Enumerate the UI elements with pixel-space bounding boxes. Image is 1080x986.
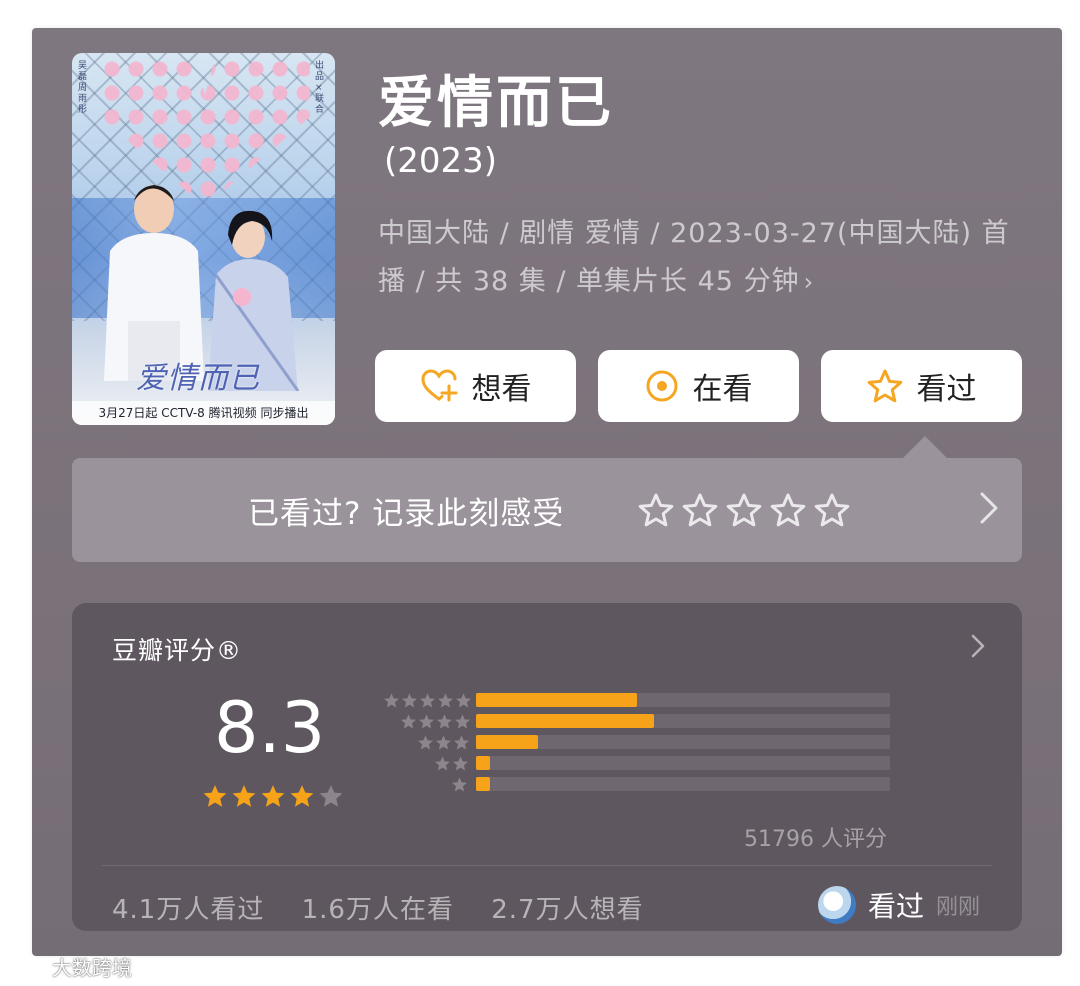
- watermark-logo-icon: [9, 956, 48, 975]
- mini-star-icon: [418, 734, 433, 749]
- score-star-icon: [203, 785, 227, 807]
- rate-prompt-text: 已看过? 记录此刻感受: [248, 496, 565, 532]
- rating-bar-track: [476, 756, 890, 770]
- watched-label: 看过: [916, 372, 977, 407]
- score-star-icon: [290, 785, 314, 807]
- mini-star-icon: [454, 734, 469, 749]
- rating-bar-track: [476, 735, 890, 749]
- activity-time: 刚刚: [935, 895, 980, 920]
- rate-stars[interactable]: [638, 492, 850, 528]
- watching-button[interactable]: 在看: [598, 350, 799, 422]
- watermark: 大数跨境: [8, 952, 132, 981]
- rating-stats: 4.1万人看过 1.6万人在看 2.7万人想看: [112, 889, 672, 926]
- poster-image[interactable]: 吴磊 周雨彤 出品 × 联合 爱情而已 3月27日起 CCTV-8 腾讯视频 同…: [72, 53, 335, 425]
- rating-chevron-icon[interactable]: [970, 633, 986, 659]
- rate-star-5-icon[interactable]: [814, 492, 850, 528]
- rating-bar-stars: [417, 733, 470, 751]
- mini-star-icon: [436, 734, 451, 749]
- meta-line-2-text: 播 / 共 38 集 / 单集片长 45 分钟: [378, 266, 800, 297]
- rating-bar-track: [476, 777, 890, 791]
- rating-bar-track: [476, 693, 890, 707]
- mini-star-icon: [437, 713, 452, 728]
- want-to-watch-label: 想看: [471, 372, 532, 407]
- show-meta[interactable]: 中国大陆 / 剧情 爱情 / 2023-03-27(中国大陆) 首 播 / 共 …: [378, 210, 1028, 306]
- score-star-icon: [319, 785, 343, 807]
- rating-bar-stars: [400, 712, 471, 730]
- subject-card: 吴磊 周雨彤 出品 × 联合 爱情而已 3月27日起 CCTV-8 腾讯视频 同…: [32, 28, 1062, 956]
- meta-chevron-icon: ›: [803, 268, 815, 296]
- poster-title-art: 爱情而已: [136, 361, 260, 396]
- mini-star-icon: [419, 713, 434, 728]
- rate-star-1-icon[interactable]: [638, 492, 674, 528]
- rating-bar-fill: [476, 693, 637, 707]
- rate-star-4-icon[interactable]: [770, 492, 806, 528]
- rating-score: 8.3: [214, 687, 326, 769]
- rating-bar-1-star: [368, 775, 898, 793]
- poster-man: [104, 185, 204, 381]
- rate-star-3-icon[interactable]: [726, 492, 762, 528]
- friend-activity[interactable]: 看过 刚刚: [817, 885, 980, 925]
- rating-bar-2-star: [368, 754, 898, 772]
- rating-bar-fill: [476, 714, 654, 728]
- mini-star-icon: [438, 692, 453, 707]
- watching-label: 在看: [692, 372, 753, 407]
- heart-plus-icon: [420, 369, 457, 402]
- score-star-icon: [232, 785, 256, 807]
- meta-line-2: 播 / 共 38 集 / 单集片长 45 分钟 ›: [378, 258, 1028, 306]
- douban-rating-card[interactable]: 豆瓣评分® 8.3 51796 人评分 4.1万人看过 1.6万人在看 2.7万…: [72, 603, 1022, 931]
- rate-star-2-icon[interactable]: [682, 492, 718, 528]
- stat-watching: 1.6万人在看: [301, 895, 454, 925]
- rating-bar-fill: [476, 756, 490, 770]
- rating-bar-fill: [476, 777, 490, 791]
- poster-side-text-left: 吴磊 周雨彤: [78, 61, 88, 115]
- score-star-icon: [261, 785, 285, 807]
- meta-line-1: 中国大陆 / 剧情 爱情 / 2023-03-27(中国大陆) 首: [378, 218, 1010, 249]
- poster-broadcast-line: 3月27日起 CCTV-8 腾讯视频 同步播出: [72, 401, 335, 425]
- activity-label: 看过: [867, 890, 924, 923]
- rating-count: 51796 人评分: [744, 827, 887, 852]
- rating-bar-stars: [451, 775, 468, 793]
- poster-side-text-right: 出品 × 联合: [315, 61, 325, 115]
- mini-star-icon: [384, 692, 399, 707]
- mini-star-icon: [452, 776, 467, 791]
- mini-star-icon: [456, 692, 471, 707]
- mini-star-icon: [420, 692, 435, 707]
- rate-prompt-strip[interactable]: 已看过? 记录此刻感受: [72, 458, 1022, 562]
- watermark-text: 大数跨境: [52, 956, 132, 980]
- rating-bar-track: [476, 714, 890, 728]
- rating-bar-fill: [476, 735, 538, 749]
- rating-divider: [102, 865, 992, 866]
- rating-bar-3-star: [368, 733, 898, 751]
- mini-star-icon: [402, 692, 417, 707]
- chevron-right-icon[interactable]: [978, 490, 1000, 526]
- rating-bar-4-star: [368, 712, 898, 730]
- score-stars: [202, 783, 344, 809]
- star-outline-icon: [867, 369, 902, 403]
- watched-button[interactable]: 看过: [821, 350, 1022, 422]
- want-to-watch-button[interactable]: 想看: [375, 350, 576, 422]
- show-title: 爱情而已: [378, 71, 614, 136]
- rating-bar-5-star: [368, 691, 898, 709]
- watched-popover-pointer: [903, 436, 947, 458]
- mini-star-icon: [455, 713, 470, 728]
- target-circle-icon: [646, 370, 677, 402]
- rating-bar-stars: [383, 691, 472, 709]
- mini-star-icon: [435, 755, 450, 770]
- rating-bar-stars: [434, 754, 469, 772]
- rating-label: 豆瓣评分®: [112, 636, 243, 665]
- stat-want: 2.7万人想看: [491, 895, 644, 925]
- avatar[interactable]: [817, 886, 856, 924]
- mini-star-icon: [453, 755, 468, 770]
- stat-watched: 4.1万人看过: [112, 895, 265, 925]
- show-year: (2023): [384, 141, 498, 181]
- mini-star-icon: [401, 713, 416, 728]
